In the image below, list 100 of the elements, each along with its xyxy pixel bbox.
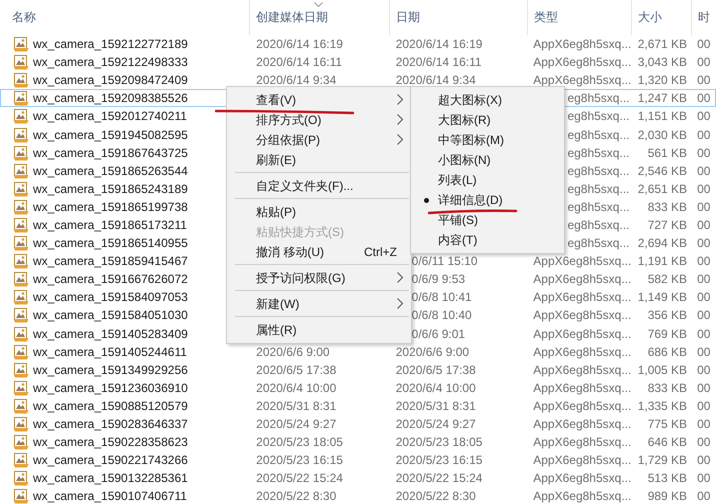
time-text: 00 <box>697 218 710 232</box>
date-text: 2020/6/14 9:34 <box>256 73 336 88</box>
date-text: 2020/6/6 9:00 <box>396 344 470 359</box>
time-text: 00 <box>697 290 710 304</box>
time-text: 00 <box>697 272 710 286</box>
date-text: 2020/6/14 9:34 <box>396 73 476 88</box>
size-text: 775 KB <box>648 417 688 432</box>
time-text: 00 <box>697 453 710 468</box>
time-text: 00 <box>697 128 710 142</box>
time-text: 00 <box>697 471 710 486</box>
size-text: 582 KB <box>648 272 688 286</box>
type-text: AppX6eg8h5sxq... <box>533 344 632 359</box>
time-text: 00 <box>697 91 710 106</box>
size-text: 3,043 KB <box>638 55 688 70</box>
date-text: 2020/6/6 9:00 <box>256 344 330 359</box>
date-text: 0/6/8 10:40 <box>412 308 472 322</box>
date-text: 2020/5/22 15:24 <box>256 471 343 486</box>
type-text: AppX6eg8h5sxq... <box>533 272 632 286</box>
size-text: 833 KB <box>648 380 688 395</box>
time-text: 00 <box>697 398 710 413</box>
time-text: 00 <box>697 326 710 341</box>
type-text: AppX6eg8h5sxq... <box>533 362 632 377</box>
date-text: 2020/5/22 15:24 <box>396 471 482 486</box>
type-text: AppX6eg8h5sxq... <box>533 417 632 432</box>
type-text: AppX6eg8h5sxq... <box>533 453 632 468</box>
type-text: eg8h5sxq... <box>567 91 630 106</box>
type-text: AppX6eg8h5sxq... <box>533 37 632 52</box>
type-text: eg8h5sxq... <box>567 146 630 160</box>
type-text: AppX6eg8h5sxq... <box>533 471 632 486</box>
size-text: 513 KB <box>648 471 688 486</box>
date-text: 2020/6/14 16:19 <box>256 37 343 52</box>
date-text: 2020/6/4 10:00 <box>256 380 336 395</box>
date-text: 2020/6/14 16:11 <box>256 55 342 70</box>
type-text: AppX6eg8h5sxq... <box>533 55 632 70</box>
date-text: 2020/5/23 16:15 <box>396 453 482 468</box>
time-text: 00 <box>697 236 710 250</box>
time-text: 00 <box>697 164 710 178</box>
size-text: 1,729 KB <box>638 453 688 468</box>
size-text: 356 KB <box>648 308 688 322</box>
time-text: 00 <box>697 254 710 268</box>
date-text: 2020/5/23 18:05 <box>256 435 343 450</box>
type-text: AppX6eg8h5sxq... <box>533 326 632 341</box>
type-text: AppX6eg8h5sxq... <box>533 290 632 304</box>
date-text: 2020/5/23 18:05 <box>396 435 482 450</box>
date-text: 2020/6/14 16:19 <box>396 37 482 52</box>
size-text: 989 KB <box>648 489 688 504</box>
date-text: 2020/5/23 16:15 <box>256 453 343 468</box>
size-text: 561 KB <box>648 146 688 160</box>
time-text: 00 <box>697 182 710 196</box>
size-text: 833 KB <box>648 200 688 214</box>
type-text: eg8h5sxq... <box>567 164 630 178</box>
time-text: 00 <box>697 344 710 359</box>
time-text: 00 <box>697 55 710 70</box>
type-text: AppX6eg8h5sxq... <box>533 73 632 88</box>
size-text: 1,005 KB <box>638 362 688 377</box>
time-text: 00 <box>697 109 710 124</box>
date-text: 2020/6/5 17:38 <box>256 362 336 377</box>
size-text: 1,149 KB <box>638 290 688 304</box>
size-text: 727 KB <box>648 218 688 232</box>
type-text: AppX6eg8h5sxq... <box>533 308 632 322</box>
type-text: eg8h5sxq... <box>567 109 630 124</box>
date-text: 2020/5/22 8:30 <box>396 489 476 504</box>
size-text: 2,651 KB <box>638 182 688 196</box>
size-text: 2,546 KB <box>638 164 688 178</box>
size-text: 769 KB <box>648 326 688 341</box>
size-text: 2,030 KB <box>638 128 688 142</box>
time-text: 00 <box>697 380 710 395</box>
time-text: 00 <box>697 362 710 377</box>
size-text: 1,191 KB <box>638 254 688 268</box>
type-text: AppX6eg8h5sxq... <box>533 380 632 395</box>
date-text: 2020/5/31 8:31 <box>396 398 476 413</box>
size-text: 646 KB <box>648 435 688 450</box>
type-text: eg8h5sxq... <box>567 218 630 232</box>
size-text: 1,335 KB <box>638 398 688 413</box>
date-text: 0/6/6 9:01 <box>412 326 466 341</box>
date-text: 2020/5/24 9:27 <box>396 417 476 432</box>
date-text: 0/6/9 9:53 <box>412 272 466 286</box>
time-text: 00 <box>697 435 710 450</box>
date-text: 2020/5/31 8:31 <box>256 398 336 413</box>
size-text: 1,247 KB <box>638 91 688 106</box>
date-text: 2020/6/4 10:00 <box>396 380 476 395</box>
size-text: 686 KB <box>648 344 688 359</box>
type-text: AppX6eg8h5sxq... <box>533 398 632 413</box>
date-text: 2020/6/14 16:11 <box>396 55 482 70</box>
time-text: 00 <box>697 417 710 432</box>
type-text: eg8h5sxq... <box>567 182 630 196</box>
date-text: 0/6/11 15:10 <box>412 254 478 268</box>
time-text: 00 <box>697 308 710 322</box>
type-text: AppX6eg8h5sxq... <box>533 254 632 268</box>
size-text: 2,671 KB <box>638 37 688 52</box>
type-text: AppX6eg8h5sxq... <box>533 489 632 504</box>
size-text: 1,320 KB <box>638 73 688 88</box>
time-text: 00 <box>697 489 710 504</box>
time-text: 00 <box>697 146 710 160</box>
time-text: 00 <box>697 37 710 52</box>
date-text: 2020/5/22 8:30 <box>256 489 336 504</box>
type-text: eg8h5sxq... <box>567 128 630 142</box>
time-text: 00 <box>697 200 710 214</box>
type-text: eg8h5sxq... <box>567 236 630 250</box>
date-text: 2020/6/5 17:38 <box>396 362 476 377</box>
